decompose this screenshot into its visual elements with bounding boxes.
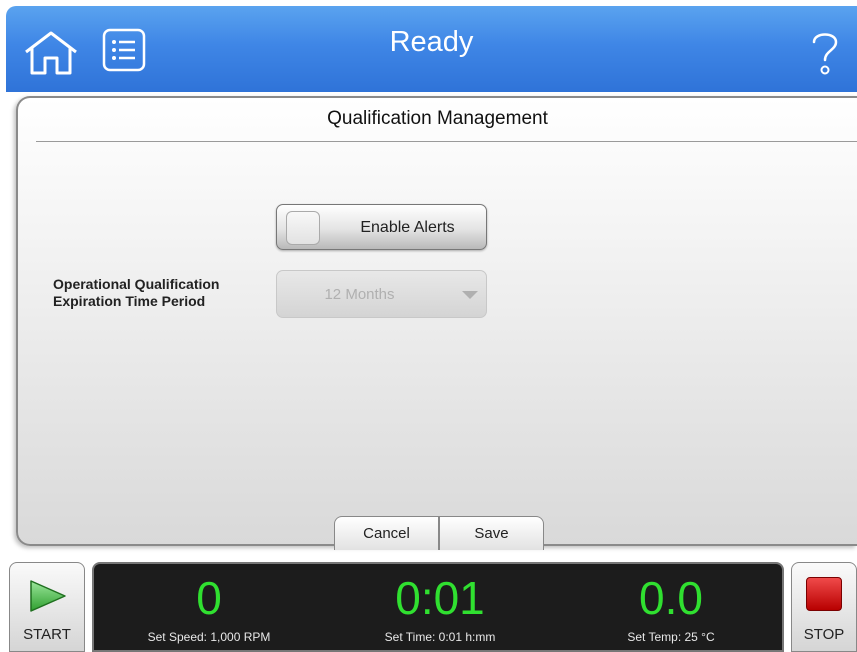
- enable-alerts-toggle[interactable]: Enable Alerts: [276, 204, 487, 250]
- temp-readout: 0.0 Set Temp: 25 °C: [556, 564, 786, 644]
- run-status-display: 0 Set Speed: 1,000 RPM 0:01 Set Time: 0:…: [92, 562, 784, 652]
- page-title: Qualification Management: [327, 108, 548, 129]
- start-label: START: [23, 626, 71, 643]
- oq-label-line2: Expiration Time Period: [53, 293, 206, 309]
- question-mark-icon: [812, 33, 838, 75]
- speed-readout: 0 Set Speed: 1,000 RPM: [94, 564, 324, 644]
- temp-value: 0.0: [639, 572, 703, 624]
- status-title: Ready: [389, 26, 474, 58]
- oq-label-line1: Operational Qualification: [53, 276, 220, 292]
- time-readout: 0:01 Set Time: 0:01 h:mm: [325, 564, 555, 644]
- period-value: 12 Months: [324, 286, 395, 303]
- alerts-checkbox[interactable]: [286, 211, 320, 245]
- oq-expiration-label: Operational Qualification Expiration Tim…: [53, 276, 273, 310]
- time-value: 0:01: [395, 572, 485, 624]
- stop-button[interactable]: STOP: [791, 562, 857, 652]
- expiration-period-select[interactable]: 12 Months: [276, 270, 487, 318]
- qualification-panel: Qualification Management Enable Alerts O…: [16, 96, 857, 550]
- start-button[interactable]: START: [9, 562, 85, 652]
- enable-alerts-label: Enable Alerts: [360, 219, 455, 236]
- help-button[interactable]: [809, 28, 841, 76]
- play-icon: [30, 580, 66, 612]
- stop-label: STOP: [803, 626, 845, 643]
- dropdown-arrow-icon: [462, 291, 478, 299]
- top-bar: Ready: [6, 6, 857, 92]
- stop-icon: [806, 577, 842, 611]
- set-speed-label: Set Speed: 1,000 RPM: [147, 630, 271, 644]
- save-button[interactable]: Save: [439, 516, 544, 550]
- title-divider: [36, 141, 857, 142]
- set-temp-label: Set Temp: 25 °C: [627, 630, 715, 644]
- cancel-button[interactable]: Cancel: [334, 516, 439, 550]
- speed-value: 0: [196, 572, 222, 624]
- set-time-label: Set Time: 0:01 h:mm: [384, 630, 496, 644]
